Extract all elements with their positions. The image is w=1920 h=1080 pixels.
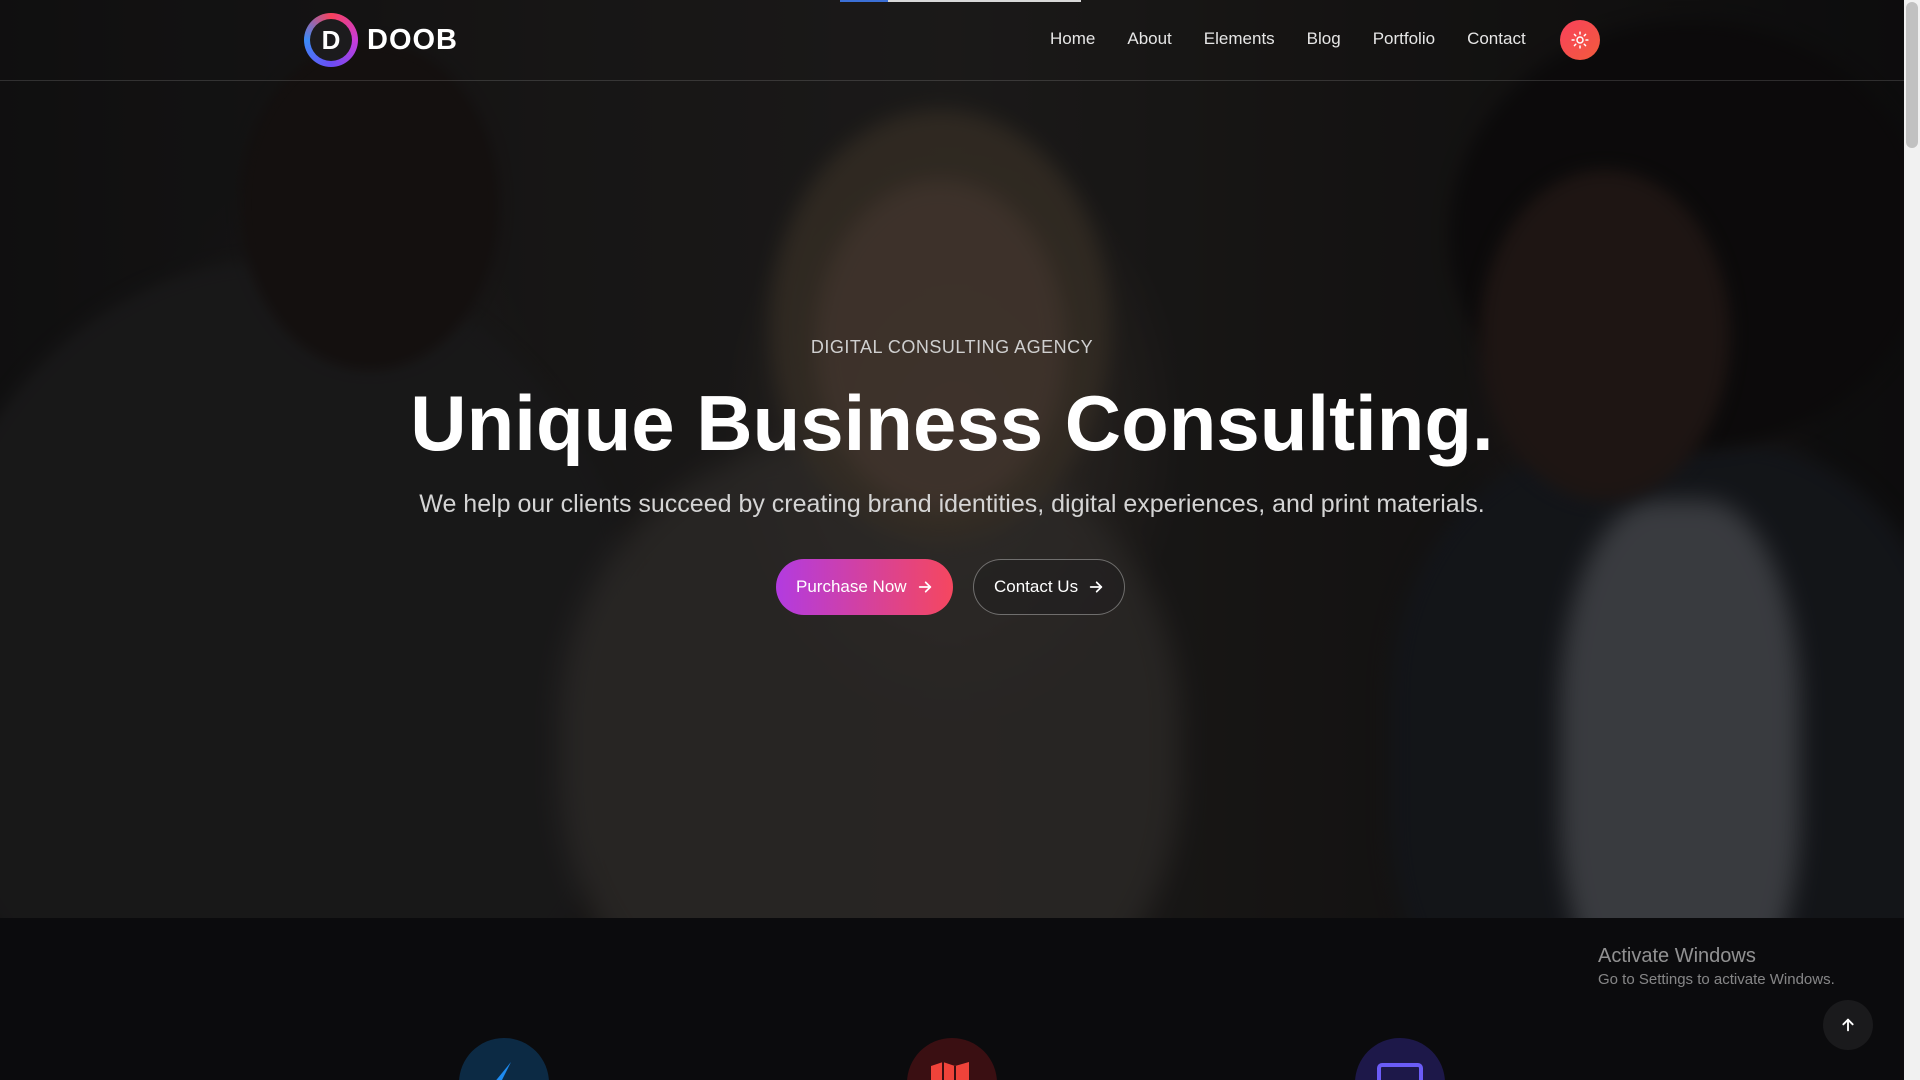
contact-us-button[interactable]: Contact Us <box>973 559 1125 615</box>
arrow-right-icon <box>1088 579 1104 595</box>
hero-subtitle: We help our clients succeed by creating … <box>419 490 1485 518</box>
main-nav: Home About Elements Blog Portfolio Conta… <box>1050 29 1526 49</box>
watermark-subtitle: Go to Settings to activate Windows. <box>1598 971 1835 988</box>
logo-letter: D <box>310 19 352 61</box>
logo-mark-icon: D <box>304 13 358 67</box>
sun-icon <box>1571 31 1589 49</box>
contact-us-label: Contact Us <box>994 577 1079 596</box>
brand-name: DOOB <box>367 23 458 56</box>
back-to-top-button[interactable] <box>1823 1000 1873 1050</box>
page-loading-bar-progress <box>840 0 888 2</box>
nav-item-blog[interactable]: Blog <box>1307 29 1341 49</box>
page: D DOOB Home About Elements Blog Portfoli… <box>0 0 1920 1080</box>
arrow-up-icon <box>1842 1018 1854 1032</box>
hero-title: Unique Business Consulting. <box>410 379 1494 467</box>
theme-toggle-button[interactable] <box>1560 20 1600 60</box>
site-header: D DOOB Home About Elements Blog Portfoli… <box>0 0 1904 81</box>
purchase-now-button[interactable]: Purchase Now <box>776 559 953 615</box>
hero-section: DIGITAL CONSULTING AGENCY Unique Busines… <box>0 0 1904 918</box>
nav-item-home[interactable]: Home <box>1050 29 1095 49</box>
purchase-now-label: Purchase Now <box>796 577 907 596</box>
nav-item-about[interactable]: About <box>1127 29 1171 49</box>
nav-item-portfolio[interactable]: Portfolio <box>1373 29 1435 49</box>
windows-activation-watermark: Activate Windows Go to Settings to activ… <box>1598 945 1835 988</box>
scrollbar-thumb[interactable] <box>1906 2 1918 148</box>
watermark-title: Activate Windows <box>1598 945 1756 967</box>
hero-eyebrow: DIGITAL CONSULTING AGENCY <box>810 337 1094 357</box>
nav-item-contact[interactable]: Contact <box>1467 29 1526 49</box>
hero-buttons: Purchase Now Contact Us <box>776 559 1125 615</box>
nav-item-elements[interactable]: Elements <box>1204 29 1275 49</box>
brand-logo[interactable]: D DOOB <box>304 13 458 67</box>
arrow-right-icon <box>917 579 933 595</box>
page-scrollbar[interactable] <box>1904 0 1920 1080</box>
page-loading-bar-track <box>888 0 1081 2</box>
